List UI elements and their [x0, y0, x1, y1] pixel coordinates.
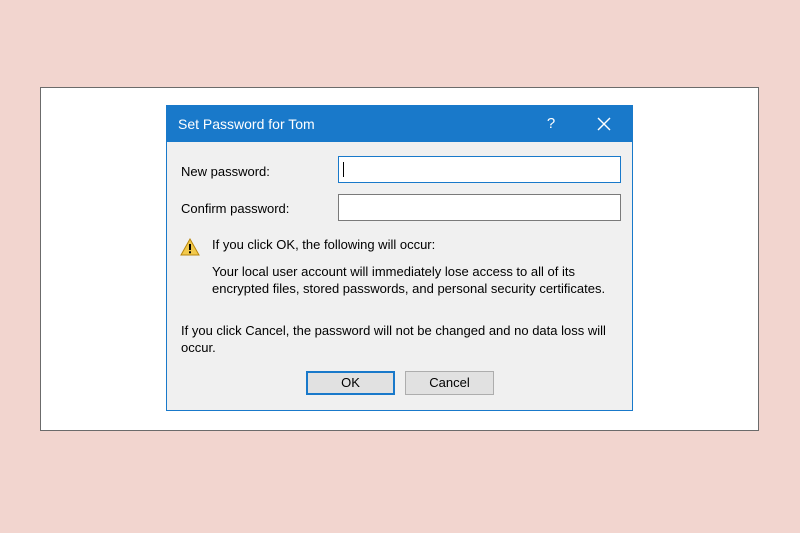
- warning-icon: [180, 238, 200, 256]
- dialog-title: Set Password for Tom: [178, 116, 315, 132]
- warning-line-2: encrypted files, stored passwords, and p…: [212, 281, 606, 296]
- confirm-password-label: Confirm password:: [181, 201, 290, 216]
- text-caret: [343, 162, 344, 177]
- warning-line-1: Your local user account will immediately…: [212, 264, 575, 279]
- close-icon: [597, 117, 611, 131]
- new-password-input[interactable]: [338, 156, 621, 183]
- confirm-password-input[interactable]: [338, 194, 621, 221]
- ok-button[interactable]: OK: [306, 371, 395, 395]
- cancel-info-line-1: If you click Cancel, the password will n…: [181, 323, 606, 338]
- help-button[interactable]: ?: [539, 106, 563, 142]
- close-button[interactable]: [587, 106, 621, 142]
- dialog-titlebar: Set Password for Tom ?: [167, 106, 632, 142]
- warning-heading: If you click OK, the following will occu…: [212, 237, 436, 252]
- set-password-dialog: Set Password for Tom ? New password: Con…: [166, 105, 633, 411]
- cancel-info-line-2: occur.: [181, 340, 216, 355]
- cancel-button[interactable]: Cancel: [405, 371, 494, 395]
- new-password-label: New password:: [181, 164, 270, 179]
